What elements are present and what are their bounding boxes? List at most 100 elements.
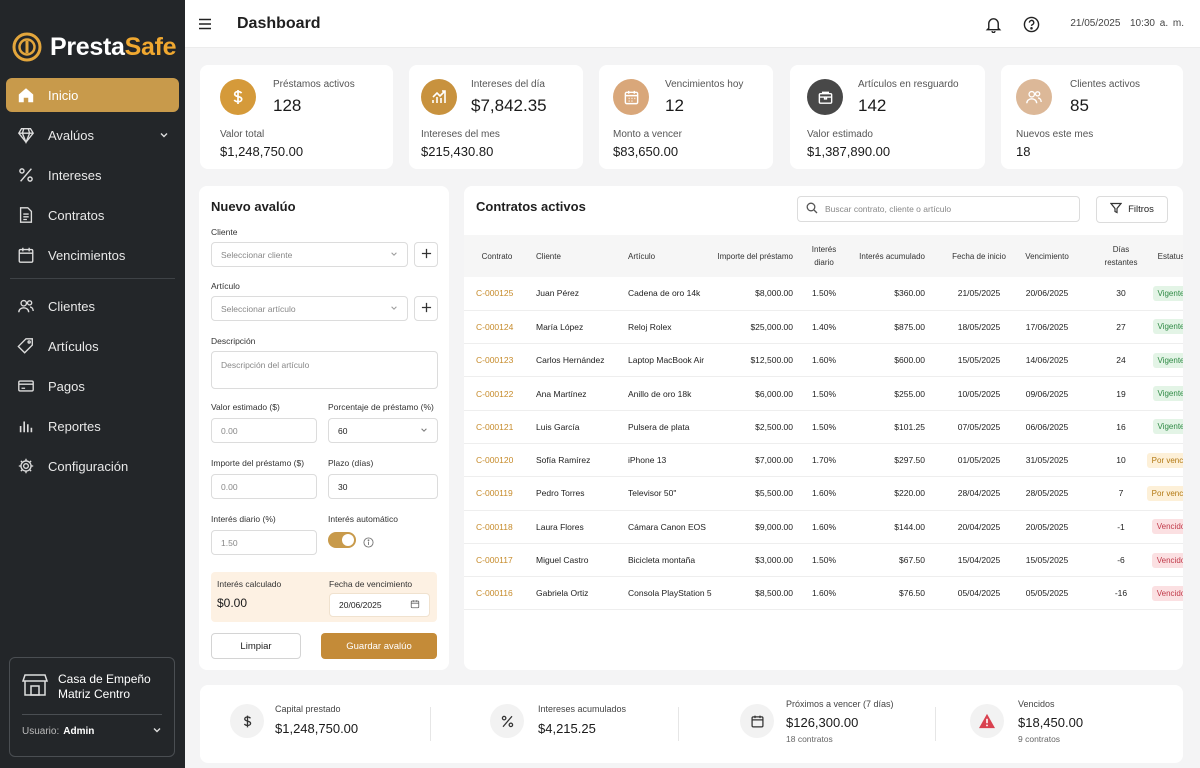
descripcion-textarea[interactable]: Descripción del artículo: [211, 351, 438, 389]
contract-code-link[interactable]: C-000124: [464, 310, 530, 343]
contract-code-link[interactable]: C-000121: [464, 410, 530, 443]
filters-button[interactable]: Filtros: [1096, 196, 1168, 223]
status-badge: Vigente: [1152, 352, 1183, 368]
porcentaje-select[interactable]: 60: [328, 418, 438, 443]
datetime: 21/05/2025 10:30 a. m.: [1070, 18, 1184, 29]
save-appraisal-button[interactable]: Guardar avalúo: [321, 633, 437, 659]
contract-code-link[interactable]: C-000116: [464, 577, 530, 610]
contract-code-link[interactable]: C-000120: [464, 443, 530, 476]
col-header[interactable]: Cliente: [530, 235, 614, 277]
sidebar-item-avaluos[interactable]: Avalúos: [6, 118, 179, 152]
contract-code-link[interactable]: C-000122: [464, 377, 530, 410]
summary-label: Capital prestado: [275, 704, 341, 714]
user-menu[interactable]: Usuario: Admin: [22, 725, 162, 738]
sidebar-item-clientes[interactable]: Clientes: [6, 289, 179, 323]
table-row[interactable]: C-000121 Luis García Pulsera de plata $2,50…: [464, 410, 1183, 444]
cell-importe: $12,500.00: [750, 355, 793, 366]
sidebar-item-label: Vencimientos: [48, 247, 126, 263]
col-header[interactable]: Interés acumulado: [845, 235, 929, 277]
col-header[interactable]: Contrato: [464, 235, 530, 277]
auto-interest-toggle[interactable]: [328, 532, 356, 548]
sidebar-item-contratos[interactable]: Contratos: [6, 198, 179, 232]
table-row[interactable]: C-000120 Sofía Ramírez iPhone 13 $7,000.00 1…: [464, 443, 1183, 477]
stat-label: Préstamos activos: [273, 79, 355, 90]
sidebar-item-pagos[interactable]: Pagos: [6, 369, 179, 403]
table-row[interactable]: C-000124 María López Reloj Rolex $25,000.00…: [464, 310, 1183, 344]
table-row[interactable]: C-000123 Carlos Hernández Laptop MacBook A…: [464, 344, 1183, 377]
add-cliente-button[interactable]: [414, 242, 438, 267]
col-header[interactable]: Fecha de inicio: [929, 235, 1013, 277]
col-header[interactable]: Vencimiento: [1013, 235, 1077, 277]
sidebar-item-intereses[interactable]: Intereses: [6, 158, 179, 192]
percent-icon: [490, 704, 524, 738]
cell-interes-diario: 1.50%: [811, 555, 837, 566]
contracts-title: Contratos activos: [476, 199, 586, 214]
sidebar-item-inicio[interactable]: Inicio: [6, 78, 179, 112]
cell-cliente: María López: [536, 321, 584, 332]
col-header[interactable]: Días restantes: [1077, 235, 1143, 277]
hamburger-menu-icon[interactable]: [197, 16, 213, 37]
add-articulo-button[interactable]: [414, 296, 438, 321]
vencimiento-label: Fecha de vencimiento: [329, 579, 413, 589]
chevron-down-icon: [152, 725, 162, 738]
contract-code-link[interactable]: C-000125: [464, 277, 530, 310]
chevron-down-icon: [390, 250, 398, 260]
cell-interes-acumulado: $76.50: [899, 588, 925, 599]
stat-label: Vencimientos hoy: [665, 79, 744, 90]
sidebar-item-label: Configuración: [48, 458, 129, 474]
sidebar-item-vencimientos[interactable]: Vencimientos: [6, 238, 179, 272]
sidebar-item-articulos[interactable]: Artículos: [6, 329, 179, 363]
cell-interes-diario: 1.60%: [811, 588, 837, 599]
stat-value: $7,842.35: [471, 96, 547, 115]
plazo-input[interactable]: 30: [328, 474, 438, 499]
descripcion-placeholder: Descripción del artículo: [221, 360, 310, 370]
search-icon: [806, 202, 818, 216]
contract-code-link[interactable]: C-000118: [464, 510, 530, 543]
help-icon[interactable]: [1023, 16, 1040, 38]
status-badge: Vigente: [1152, 386, 1183, 402]
filters-label: Filtros: [1128, 204, 1154, 215]
clear-button[interactable]: Limpiar: [211, 633, 301, 659]
store-selector[interactable]: Casa de Empeño Matriz Centro Usuario: Ad…: [9, 657, 175, 757]
chevron-down-icon: [390, 304, 398, 314]
table-row[interactable]: C-000117 Miguel Castro Bicicleta montaña $3…: [464, 543, 1183, 577]
cell-fecha-inicio: 10/05/2025: [957, 388, 1001, 399]
sidebar-item-configuracion[interactable]: Configuración: [6, 449, 179, 483]
importe-input[interactable]: 0.00: [211, 474, 317, 499]
cliente-select[interactable]: Seleccionar cliente: [211, 242, 408, 267]
col-header[interactable]: Estatus: [1143, 235, 1183, 277]
stat-label: Artículos en resguardo: [858, 79, 959, 90]
contract-code-link[interactable]: C-000119: [464, 477, 530, 510]
col-header[interactable]: Importe del préstamo: [714, 235, 795, 277]
sidebar-item-reportes[interactable]: Reportes: [6, 409, 179, 443]
cell-estatus: Vencido: [1143, 510, 1183, 543]
info-icon[interactable]: [363, 535, 374, 553]
current-date: 21/05/2025: [1070, 18, 1121, 29]
toggle-knob: [342, 534, 354, 546]
status-badge: Vigente: [1152, 285, 1183, 301]
col-header[interactable]: Artículo: [614, 235, 714, 277]
tag-icon: [16, 336, 36, 356]
cell-estatus: Por vencer: [1143, 443, 1183, 476]
store-icon: [21, 673, 49, 702]
valor-input[interactable]: 0.00: [211, 418, 317, 443]
table-row[interactable]: C-000119 Pedro Torres Televisor 50" $5,500.…: [464, 477, 1183, 511]
table-row[interactable]: C-000122 Ana Martínez Anillo de oro 18k $6,…: [464, 377, 1183, 411]
table-row[interactable]: C-000125 Juan Pérez Cadena de oro 14k $8,00…: [464, 277, 1183, 311]
contract-code-link[interactable]: C-000117: [464, 543, 530, 576]
col-header[interactable]: Interés diario: [795, 235, 845, 277]
brand-logo[interactable]: PrestaSafe: [0, 0, 185, 72]
vencimiento-date-input[interactable]: 20/06/2025: [329, 593, 430, 617]
contracts-search-input[interactable]: Buscar contrato, cliente o artículo: [797, 196, 1080, 222]
bell-icon[interactable]: [985, 16, 1002, 38]
articulo-select[interactable]: Seleccionar artículo: [211, 296, 408, 321]
cell-cliente: Pedro Torres: [536, 488, 585, 499]
table-row[interactable]: C-000118 Laura Flores Cámara Canon EOS $9,0…: [464, 510, 1183, 544]
table-row[interactable]: C-000116 Gabriela Ortiz Consola PlayStatio…: [464, 577, 1183, 610]
articulo-placeholder: Seleccionar artículo: [221, 303, 296, 314]
contract-code-link[interactable]: C-000123: [464, 344, 530, 377]
interes-input[interactable]: 1.50: [211, 530, 317, 555]
status-badge: Vencido: [1151, 552, 1183, 568]
cell-cliente: Carlos Hernández: [536, 355, 605, 366]
stat-sub-label: Valor estimado: [807, 129, 873, 140]
